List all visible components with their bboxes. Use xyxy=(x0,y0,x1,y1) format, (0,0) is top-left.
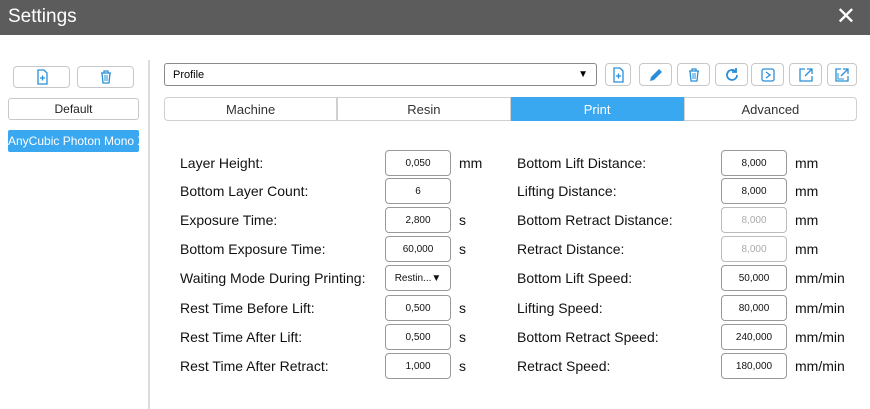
bottom-exposure-time-input[interactable]: 60,000 xyxy=(385,236,451,262)
edit-profile-button[interactable] xyxy=(639,63,672,86)
close-icon[interactable]: ✕ xyxy=(836,2,856,31)
retract-speed-input[interactable]: 180,000 xyxy=(721,353,787,379)
lifting-speed-unit: mm/min xyxy=(795,300,845,316)
retract-distance-label: Retract Distance: xyxy=(517,241,625,257)
export-button[interactable] xyxy=(789,63,822,86)
trash-icon xyxy=(688,67,699,82)
rest-time-before-lift-unit: s xyxy=(459,300,466,316)
tab-machine[interactable]: Machine xyxy=(164,97,338,121)
bottom-retract-speed-label: Bottom Retract Speed: xyxy=(517,329,659,345)
bottom-lift-speed-input[interactable]: 50,000 xyxy=(721,265,787,291)
new-profile-button[interactable] xyxy=(605,63,631,86)
delete-profile-button[interactable] xyxy=(77,66,134,88)
rest-time-after-retract-label: Rest Time After Retract: xyxy=(180,358,329,374)
refresh-icon xyxy=(725,67,738,81)
profile-select[interactable]: Profile ▼ xyxy=(164,63,597,86)
add-file-icon xyxy=(36,69,48,85)
exposure-time-input[interactable]: 2,800 xyxy=(385,207,451,233)
retract-distance-input: 8,000 xyxy=(721,236,787,262)
import-icon xyxy=(760,67,775,82)
exposure-time-unit: s xyxy=(459,212,466,228)
bottom-layer-count-label: Bottom Layer Count: xyxy=(180,183,309,199)
bottom-retract-distance-input: 8,000 xyxy=(721,207,787,233)
profile-select-value: Profile xyxy=(173,68,205,81)
rest-time-after-retract-unit: s xyxy=(459,358,466,374)
refresh-button[interactable] xyxy=(715,63,748,86)
bottom-retract-distance-unit: mm xyxy=(795,212,819,228)
retract-speed-label: Retract Speed: xyxy=(517,358,611,374)
rest-time-after-lift-unit: s xyxy=(459,329,466,345)
lifting-distance-input[interactable]: 8,000 xyxy=(721,178,787,204)
bottom-retract-speed-unit: mm/min xyxy=(795,329,845,345)
waiting-mode-during-printing-input[interactable]: Restin...▼ xyxy=(385,265,451,291)
bottom-lift-speed-label: Bottom Lift Speed: xyxy=(517,270,633,286)
pencil-icon xyxy=(649,68,662,81)
trash-icon xyxy=(100,70,111,84)
settings-tabs: Machine Resin Print Advanced xyxy=(164,97,857,121)
export-icon xyxy=(798,67,813,82)
lifting-speed-input[interactable]: 80,000 xyxy=(721,295,787,321)
layer-height-label: Layer Height: xyxy=(180,155,264,171)
title-bar: Settings ✕ xyxy=(0,0,870,35)
bottom-exposure-time-unit: s xyxy=(459,241,466,257)
export-all-button[interactable] xyxy=(827,63,857,86)
bottom-lift-speed-unit: mm/min xyxy=(795,270,845,286)
lifting-distance-label: Lifting Distance: xyxy=(517,183,617,199)
panel-divider xyxy=(148,60,150,409)
profile-list-item-default[interactable]: Default xyxy=(8,98,139,120)
tab-print[interactable]: Print xyxy=(510,97,684,121)
waiting-mode-during-printing-label: Waiting Mode During Printing: xyxy=(180,270,366,286)
add-profile-button[interactable] xyxy=(13,66,70,88)
rest-time-before-lift-input[interactable]: 0,500 xyxy=(385,295,451,321)
lifting-distance-unit: mm xyxy=(795,183,819,199)
import-button[interactable] xyxy=(751,63,784,86)
bottom-lift-distance-label: Bottom Lift Distance: xyxy=(517,155,647,171)
export-all-icon xyxy=(835,67,849,82)
bottom-retract-speed-input[interactable]: 240,000 xyxy=(721,324,787,350)
rest-time-after-retract-input[interactable]: 1,000 xyxy=(385,353,451,379)
rest-time-after-lift-label: Rest Time After Lift: xyxy=(180,329,303,345)
retract-speed-unit: mm/min xyxy=(795,358,845,374)
layer-height-unit: mm xyxy=(459,155,483,171)
retract-distance-unit: mm xyxy=(795,241,819,257)
bottom-exposure-time-label: Bottom Exposure Time: xyxy=(180,241,326,257)
bottom-lift-distance-input[interactable]: 8,000 xyxy=(721,150,787,176)
tab-advanced[interactable]: Advanced xyxy=(683,97,857,121)
add-file-icon xyxy=(613,66,624,83)
bottom-layer-count-input[interactable]: 6 xyxy=(385,178,451,204)
delete-button[interactable] xyxy=(677,63,710,86)
bottom-lift-distance-unit: mm xyxy=(795,155,819,171)
tab-resin[interactable]: Resin xyxy=(337,97,511,121)
layer-height-input[interactable]: 0,050 xyxy=(385,150,451,176)
chevron-down-icon: ▼ xyxy=(578,69,588,80)
bottom-retract-distance-label: Bottom Retract Distance: xyxy=(517,212,673,228)
profile-list-item-selected[interactable]: AnyCubic Photon Mono X xyxy=(8,130,139,152)
lifting-speed-label: Lifting Speed: xyxy=(517,300,603,316)
rest-time-after-lift-input[interactable]: 0,500 xyxy=(385,324,451,350)
rest-time-before-lift-label: Rest Time Before Lift: xyxy=(180,300,315,316)
exposure-time-label: Exposure Time: xyxy=(180,212,278,228)
window-title: Settings xyxy=(8,6,77,27)
